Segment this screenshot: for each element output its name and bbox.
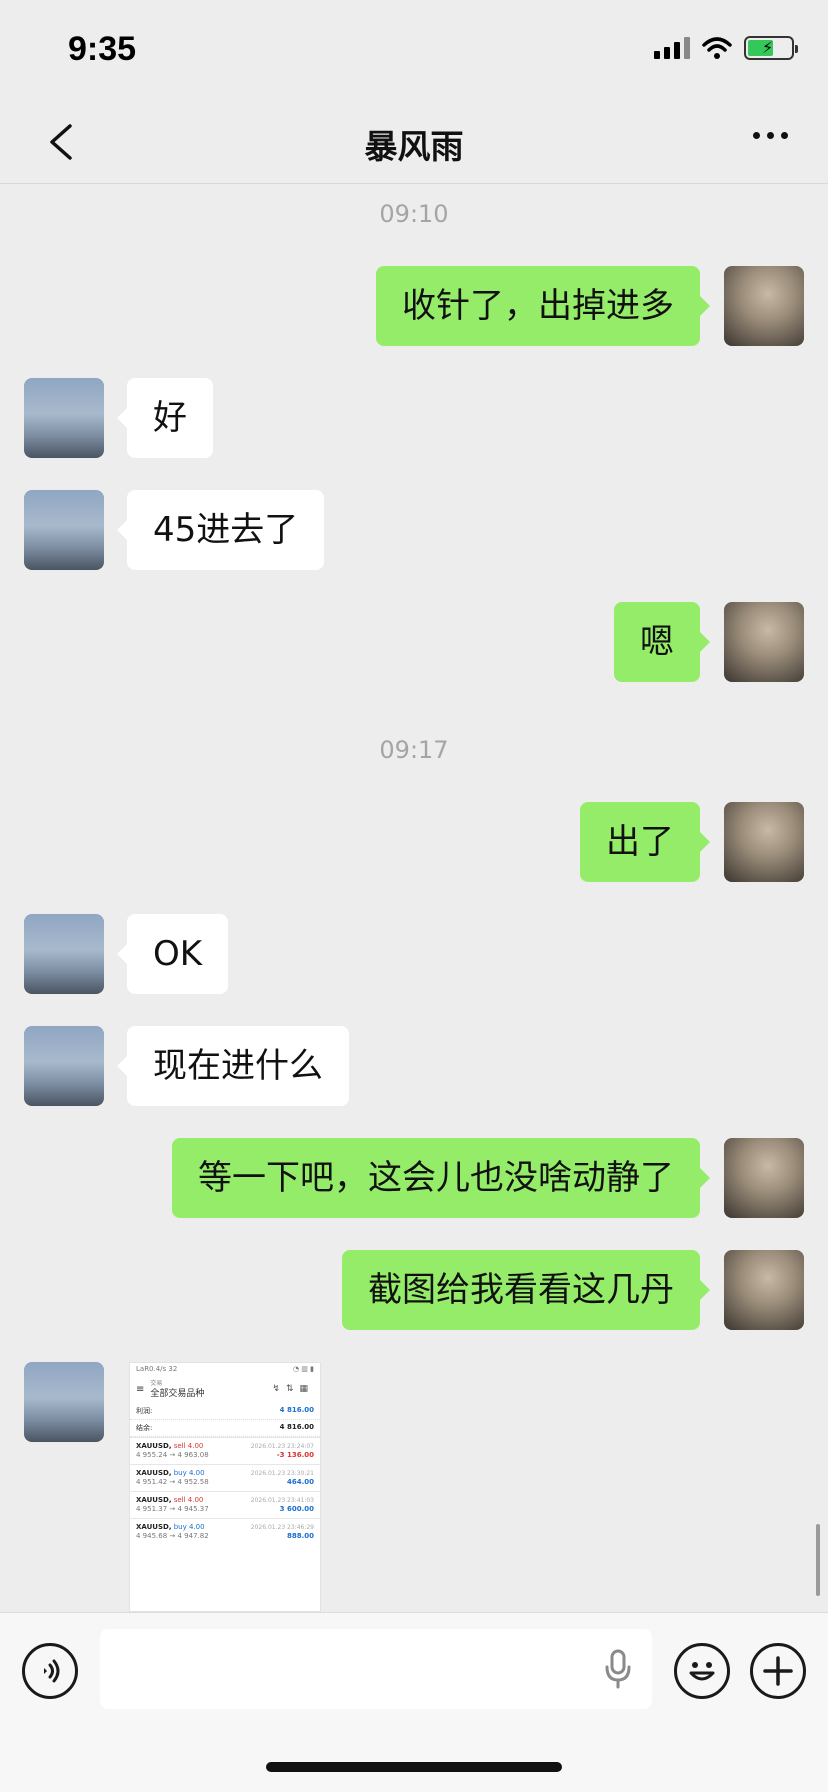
trade-symbol: XAUUSD, [136, 1469, 172, 1477]
message-bubble-received[interactable]: 45进去了 [116, 490, 325, 570]
wifi-icon [702, 37, 732, 59]
trade-datetime: 2026.01.23 23:46:29 [250, 1524, 314, 1531]
status-bar: 9:35 ⚡ [0, 0, 828, 100]
image-message[interactable]: LaR0.4/s 32 ◔ ▥ ▮ ≡ 交易 全部交易品种 ↯⇅▦ 利润: 4 … [129, 1362, 321, 1612]
profit-label: 利润: [136, 1407, 153, 1415]
my-avatar[interactable] [724, 802, 804, 882]
signal-icon [654, 37, 690, 59]
trade-datetime: 2026.01.23 23:24:07 [250, 1443, 314, 1450]
balance-value: 4 816.00 [279, 1423, 314, 1431]
image-header: ≡ 交易 全部交易品种 ↯⇅▦ [130, 1375, 320, 1403]
my-avatar[interactable] [724, 266, 804, 346]
message-bubble-received[interactable]: OK [116, 914, 229, 994]
voice-input-button[interactable] [22, 1643, 78, 1699]
plus-button[interactable] [750, 1643, 806, 1699]
trade-datetime: 2026.01.23 23:30:21 [250, 1470, 314, 1477]
message-bubble-sent[interactable]: 等一下吧，这会儿也没啥动静了 [172, 1138, 710, 1218]
trade-side: sell 4.00 [173, 1442, 204, 1450]
plus-icon [763, 1656, 793, 1686]
chat-title: 暴风雨 [364, 127, 464, 166]
message-bubble-received[interactable]: 好 [117, 378, 213, 458]
trade-side: buy 4.00 [173, 1469, 205, 1477]
trade-datetime: 2026.01.23 23:41:03 [250, 1497, 314, 1504]
timestamp: 09:10 [379, 200, 449, 228]
message-bubble-sent[interactable]: 出了 [580, 802, 710, 882]
trade-symbol: XAUUSD, [136, 1523, 172, 1531]
image-status-bar: LaR0.4/s 32 ◔ ▥ ▮ [130, 1363, 320, 1375]
menu-icon: ≡ [136, 1383, 145, 1395]
contact-avatar[interactable] [24, 914, 104, 994]
image-header-small: 交易 [150, 1380, 163, 1387]
image-toolbar-icons: ↯⇅▦ [272, 1384, 314, 1394]
trade-prices: 4 951.37 → 4 945.37 [136, 1505, 209, 1513]
message-bubble-sent[interactable]: 收针了，出掉进多 [376, 266, 710, 346]
trade-row: XAUUSD, buy 4.00 2026.01.23 23:46:29 4 94… [130, 1518, 320, 1545]
balance-row: 结余: 4 816.00 [130, 1420, 320, 1437]
status-time: 9:35 [68, 30, 137, 68]
chat-header: 暴风雨 [0, 100, 828, 184]
message-bubble-sent[interactable]: 截图给我看看这几丹 [342, 1250, 710, 1330]
message-bubble-sent[interactable]: 嗯 [614, 602, 710, 682]
trade-side: buy 4.00 [173, 1523, 205, 1531]
trade-pnl: 464.00 [286, 1478, 314, 1486]
battery-icon: ⚡ [744, 36, 798, 60]
trade-row: XAUUSD, sell 4.00 2026.01.23 23:24:07 4 9… [130, 1437, 320, 1464]
profit-value: 4 816.00 [279, 1406, 314, 1414]
trade-pnl: 888.00 [286, 1532, 314, 1540]
profit-row: 利润: 4 816.00 [130, 1403, 320, 1420]
image-header-title: 全部交易品种 [150, 1389, 205, 1399]
trade-pnl: 3 600.00 [279, 1505, 314, 1513]
voice-icon [44, 1659, 60, 1683]
status-icons: ⚡ [654, 36, 798, 60]
mic-icon[interactable] [604, 1649, 632, 1689]
contact-avatar[interactable] [24, 1362, 104, 1442]
more-icon[interactable] [753, 132, 788, 139]
image-status-icons: ◔ ▥ ▮ [292, 1365, 314, 1373]
contact-avatar[interactable] [24, 1026, 104, 1106]
image-status-time: LaR0.4/s 32 [136, 1365, 178, 1373]
message-bubble-received[interactable]: 现在进什么 [117, 1026, 349, 1106]
message-input[interactable] [100, 1629, 652, 1709]
image-title: 交易 全部交易品种 [150, 1379, 266, 1399]
emoji-icon [689, 1662, 715, 1681]
trade-prices: 4 945.68 → 4 947.82 [136, 1532, 209, 1540]
my-avatar[interactable] [724, 1250, 804, 1330]
emoji-button[interactable] [674, 1643, 730, 1699]
my-avatar[interactable] [724, 1138, 804, 1218]
scrollbar[interactable] [816, 1524, 820, 1596]
trade-symbol: XAUUSD, [136, 1442, 172, 1450]
contact-avatar[interactable] [24, 490, 104, 570]
trade-row: XAUUSD, sell 4.00 2026.01.23 23:41:03 4 9… [130, 1491, 320, 1518]
trade-symbol: XAUUSD, [136, 1496, 172, 1504]
trade-pnl: -3 136.00 [276, 1451, 314, 1459]
balance-label: 结余: [136, 1424, 153, 1432]
timestamp: 09:17 [379, 736, 449, 764]
trade-prices: 4 955.24 → 4 963.08 [136, 1451, 209, 1459]
trade-side: sell 4.00 [173, 1496, 204, 1504]
home-indicator[interactable] [266, 1762, 562, 1772]
my-avatar[interactable] [724, 602, 804, 682]
trade-row: XAUUSD, buy 4.00 2026.01.23 23:30:21 4 95… [130, 1464, 320, 1491]
trade-prices: 4 951.42 → 4 952.58 [136, 1478, 209, 1486]
contact-avatar[interactable] [24, 378, 104, 458]
